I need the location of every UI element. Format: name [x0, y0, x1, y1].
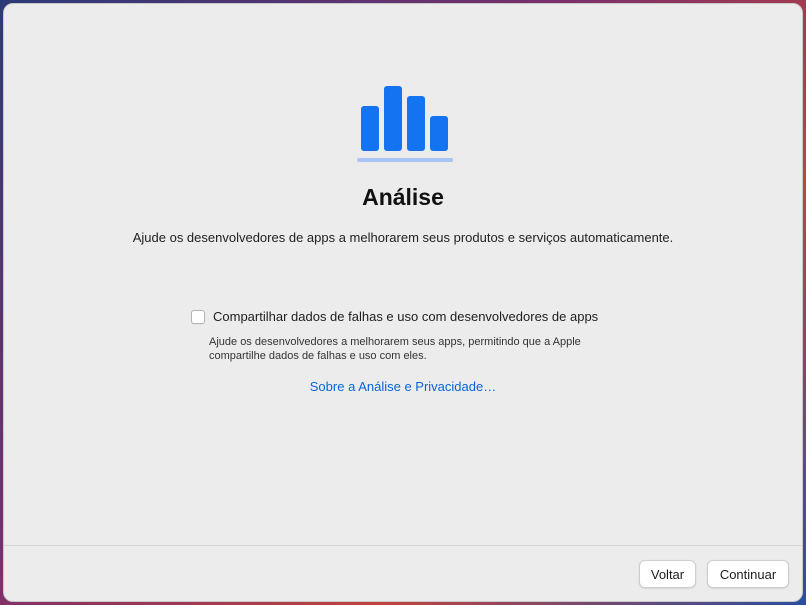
- page-title: Análise: [362, 184, 444, 210]
- chart-bar-1: [361, 106, 379, 151]
- share-data-description-line1: Ajude os desenvolvedores a melhorarem se…: [209, 336, 581, 348]
- chart-bar-3: [407, 96, 425, 151]
- share-data-description: Ajude os desenvolvedores a melhorarem se…: [209, 335, 629, 363]
- back-button[interactable]: Voltar: [639, 560, 696, 588]
- continue-button[interactable]: Continuar: [707, 560, 789, 588]
- privacy-link[interactable]: Sobre a Análise e Privacidade…: [4, 379, 802, 394]
- share-data-description-line2: compartilhe dados de falhas e uso com el…: [209, 350, 427, 362]
- chart-underline: [357, 158, 453, 162]
- bar-chart-icon: [357, 86, 453, 162]
- page-subtitle: Ajude os desenvolvedores de apps a melho…: [132, 230, 674, 245]
- share-data-label[interactable]: Compartilhar dados de falhas e uso com d…: [213, 309, 598, 324]
- chart-bar-4: [430, 116, 448, 151]
- share-data-checkbox[interactable]: [191, 309, 205, 324]
- share-data-option[interactable]: Compartilhar dados de falhas e uso com d…: [191, 309, 598, 324]
- footer-divider: [4, 545, 802, 546]
- chart-bar-2: [384, 86, 402, 151]
- setup-assistant-window: Análise Ajude os desenvolvedores de apps…: [3, 3, 803, 602]
